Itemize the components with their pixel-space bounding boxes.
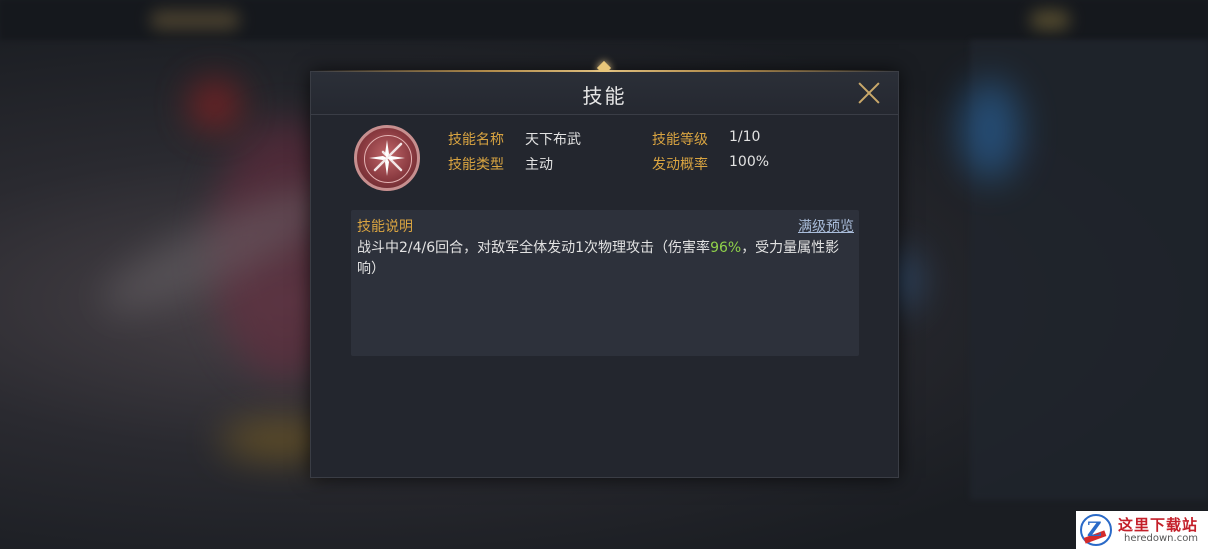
skill-type-label: 技能类型 [448,157,504,173]
crossed-swords-skill-icon [354,125,420,191]
skill-level-label: 技能等级 [652,132,708,148]
dialog-title: 技能 [582,84,627,108]
description-label: 技能说明 [357,219,413,235]
dialog-header: 技能 [311,72,898,115]
skill-dialog: 技能 技能名称 天下布武 技能等级 1/10 技能类型 主动 发动概率 100%… [310,60,899,478]
skill-level-value: 1/10 [729,129,761,145]
close-icon[interactable] [856,80,882,106]
site-watermark: Z 这里下载站 heredown.com [1076,511,1208,549]
skill-name-label: 技能名称 [448,132,504,148]
watermark-logo-icon: Z [1080,514,1112,546]
trigger-rate-label: 发动概率 [652,157,708,173]
trigger-rate-value: 100% [729,154,770,170]
max-level-preview-link[interactable]: 满级预览 [798,216,854,236]
description-text-part1: 战斗中2/4/6回合，对敌军全体发动1次物理攻击（伤害率 [357,240,711,256]
skill-type-value: 主动 [525,157,553,173]
damage-rate-highlight: 96% [710,240,742,256]
skill-description-text: 战斗中2/4/6回合，对敌军全体发动1次物理攻击（伤害率96%，受力量属性影响） [357,238,851,280]
skill-name-value: 天下布武 [525,132,581,148]
watermark-site-name: 这里下载站 [1118,516,1199,534]
watermark-site-url: heredown.com [1124,533,1199,544]
skill-description-panel: 技能说明 满级预览 战斗中2/4/6回合，对敌军全体发动1次物理攻击（伤害率96… [351,210,859,356]
